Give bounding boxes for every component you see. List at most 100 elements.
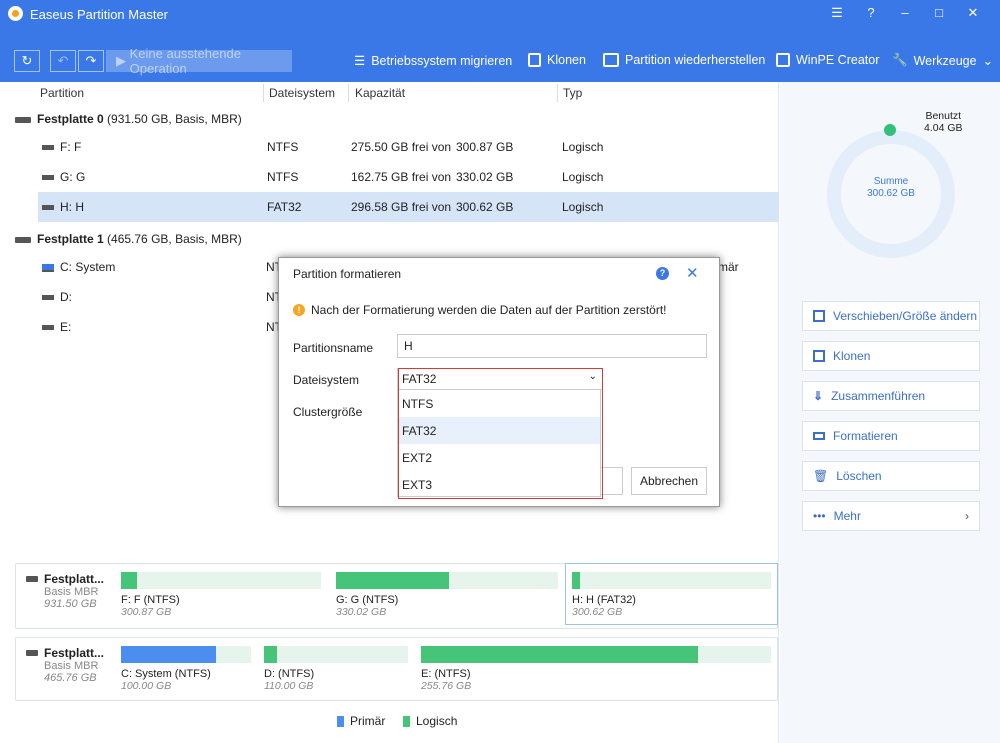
help-icon[interactable]: ? [656,267,669,280]
table-row[interactable]: F: F NTFS 275.50 GB frei von 300.87 GB L… [0,132,779,162]
maximize-icon[interactable]: □ [922,4,956,22]
warning-message: ! Nach der Formatierung werden die Daten … [293,303,667,317]
partition-block-g[interactable]: G: G (NTFS) 330.02 GB [336,572,558,620]
partition-name: C: System [60,260,116,274]
ok-button-partial[interactable] [599,467,623,495]
partition-name-label: Partitionsname [293,341,374,355]
pending-operations-button[interactable]: ▶ Keine ausstehende Operation [106,46,292,76]
disk-info: (931.50 GB, Basis, MBR) [107,112,242,126]
wrench-icon: 🔧 [892,53,908,67]
partition-block-h-selected[interactable]: H: H (FAT32) 300.62 GB [565,563,778,625]
disk-map-size: 931.50 GB [44,598,97,610]
usage-fill [421,646,698,663]
merge-label: Zusammenführen [831,389,926,403]
cancel-button[interactable]: Abbrechen [631,467,707,495]
disk-icon [26,576,38,582]
refresh-button[interactable]: ↻ [14,50,40,72]
table-row-selected[interactable]: H: H FAT32 296.58 GB frei von 300.62 GB … [38,192,779,222]
partition-block-d[interactable]: D: (NTFS) 110.00 GB [264,646,408,694]
format-button[interactable]: Formatieren [802,421,980,451]
close-icon[interactable]: ✕ [686,264,699,282]
help-icon[interactable]: ? [854,4,888,22]
clone-partition-button[interactable]: Klonen [802,341,980,371]
table-header: Partition Dateisystem Kapazität Typ [0,82,779,104]
partition-block-label: G: G (NTFS) [336,594,399,606]
sum-value: 300.62 GB [867,188,915,199]
partition-block-label: H: H (FAT32) [572,594,636,606]
more-button[interactable]: ••• Mehr › [802,501,980,531]
partition-icon [42,145,54,151]
resize-move-label: Verschieben/Größe ändern [833,309,978,323]
merge-button[interactable]: ⇓ Zusammenführen [802,381,980,411]
col-filesystem[interactable]: Dateisystem [269,86,335,100]
clone-icon [813,350,825,362]
window-controls: ☰ ? – □ ✕ [820,4,990,22]
undo-button[interactable]: ↶ [50,50,76,72]
filesystem-select[interactable]: FAT32 ⌄ [397,368,603,390]
format-label: Formatieren [833,429,898,443]
partition-name: F: F [60,140,82,154]
disk-map-name: Festplatt... [44,572,105,586]
chevron-down-icon: ⌄ [588,371,597,382]
col-type[interactable]: Typ [563,86,582,100]
partition-block-f[interactable]: F: F (NTFS) 300.87 GB [121,572,321,620]
recover-partition-button[interactable]: Partition wiederherstellen [603,53,765,67]
close-icon[interactable]: ✕ [956,4,990,22]
winpe-creator-button[interactable]: WinPE Creator [776,53,879,67]
table-row[interactable]: G: G NTFS 162.75 GB frei von 330.02 GB L… [0,162,779,192]
format-icon [813,432,825,440]
resize-icon [813,310,825,322]
side-panel: Benutzt 4.04 GB Summe 300.62 GB Verschie… [780,82,1000,743]
partition-icon [42,175,54,181]
tools-menu[interactable]: 🔧 Werkzeuge ⌄ [892,53,993,68]
partition-type: mär [718,260,739,274]
partition-fs: NTFS [267,170,299,184]
partition-block-size: 110.00 GB [264,680,314,692]
partition-block-e[interactable]: E: (NTFS) 255.76 GB [421,646,771,694]
title-bar: Easeus Partition Master ☰ ? – □ ✕ ↻ ↶ ↷ … [0,0,1000,82]
migrate-os-button[interactable]: ☰ Betriebssystem migrieren [354,53,513,69]
migrate-label: Betriebssystem migrieren [371,53,513,68]
option-fat32[interactable]: FAT32 [398,417,600,444]
disk-name: Festplatte 1 [37,232,104,246]
app-title: Easeus Partition Master [30,7,169,22]
partition-block-c[interactable]: C: System (NTFS) 100.00 GB [121,646,251,694]
recover-label: Partition wiederherstellen [625,53,766,67]
delete-button[interactable]: 🗑 Löschen [802,461,980,491]
partition-name-input[interactable]: H [397,334,707,358]
used-value: 4.04 GB [924,122,963,134]
clone-icon [528,53,541,67]
more-label: Mehr [833,509,861,523]
disk-icon [15,236,31,243]
disk-map-type: Basis MBR [44,586,99,598]
partition-block-label: C: System (NTFS) [121,668,211,680]
usage-fill [264,646,277,663]
partition-name: H: H [60,200,84,214]
partition-type: Logisch [562,170,604,184]
partition-type: Logisch [562,140,604,154]
dialog-title: Partition formatieren [293,267,402,281]
partition-block-size: 100.00 GB [121,680,172,692]
option-ext2[interactable]: EXT2 [398,444,600,471]
disk-map-label: Festplatt... Basis MBR 931.50 GB [26,572,106,610]
resize-move-button[interactable]: Verschieben/Größe ändern [802,301,980,331]
col-capacity[interactable]: Kapazität [355,86,405,100]
minimize-icon[interactable]: – [888,4,922,22]
col-partition[interactable]: Partition [40,86,84,100]
clone-button[interactable]: Klonen [528,53,586,67]
option-ntfs[interactable]: NTFS [398,390,600,417]
recover-icon [603,53,619,67]
chevron-right-icon: › [965,509,969,523]
partition-free: 275.50 GB frei von [351,140,452,154]
disk-row-0[interactable]: Festplatte 0 (931.50 GB, Basis, MBR) [0,104,779,134]
disk-map-1: Festplatt... Basis MBR 465.76 GB C: Syst… [15,637,778,701]
menu-icon[interactable]: ☰ [820,4,854,22]
partition-block-label: E: (NTFS) [421,668,471,680]
usage-fill [336,572,450,589]
disk-row-1[interactable]: Festplatte 1 (465.76 GB, Basis, MBR) [0,224,779,254]
redo-button[interactable]: ↷ [78,50,104,72]
partition-block-label: F: F (NTFS) [121,594,180,606]
option-ext3[interactable]: EXT3 [398,471,600,498]
partition-block-size: 255.76 GB [421,680,472,692]
partition-total: 300.87 GB [456,140,514,154]
